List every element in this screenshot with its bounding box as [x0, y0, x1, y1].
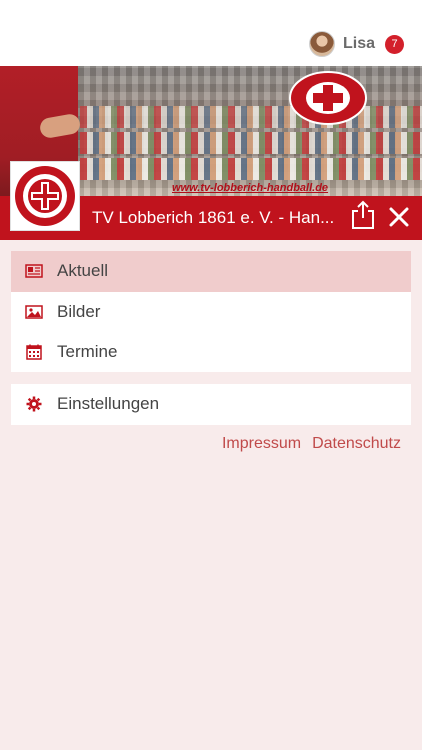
menu-item-label: Termine — [57, 342, 118, 362]
image-icon — [25, 303, 43, 321]
newspaper-icon — [25, 262, 43, 280]
menu-item-label: Einstellungen — [57, 394, 160, 414]
user-profile[interactable]: Lisa 7 — [308, 30, 404, 58]
club-logo — [10, 161, 80, 231]
calendar-icon — [25, 343, 43, 361]
footer-links: Impressum Datenschutz — [222, 435, 401, 453]
impressum-link[interactable]: Impressum — [222, 435, 301, 453]
menu-item-aktuell[interactable]: Aktuell — [11, 251, 411, 292]
close-icon — [389, 207, 409, 227]
settings-menu: Einstellungen — [11, 384, 411, 425]
club-crest-icon — [15, 166, 75, 226]
notification-badge[interactable]: 7 — [385, 34, 404, 54]
menu-item-label: Bilder — [57, 301, 101, 321]
share-button[interactable] — [350, 200, 376, 230]
menu-item-termine[interactable]: Termine — [11, 332, 411, 373]
datenschutz-link[interactable]: Datenschutz — [312, 435, 401, 453]
user-name[interactable]: Lisa — [343, 35, 375, 53]
banner-club-logo — [289, 71, 367, 125]
user-avatar[interactable] — [308, 31, 335, 57]
close-button[interactable] — [386, 204, 412, 230]
gear-icon — [25, 395, 43, 413]
menu-item-einstellungen[interactable]: Einstellungen — [11, 384, 411, 425]
main-menu: Aktuell Bilder Termine — [11, 251, 411, 372]
share-icon — [352, 200, 374, 229]
menu-item-label: Aktuell — [57, 261, 109, 281]
club-title: TV Lobberich 1861 e. V. - Han... — [92, 208, 335, 227]
banner-website: www.tv-lobberich-handball.de — [172, 182, 329, 194]
top-bar: Lisa 7 — [0, 0, 422, 66]
menu-item-bilder[interactable]: Bilder — [11, 292, 411, 333]
